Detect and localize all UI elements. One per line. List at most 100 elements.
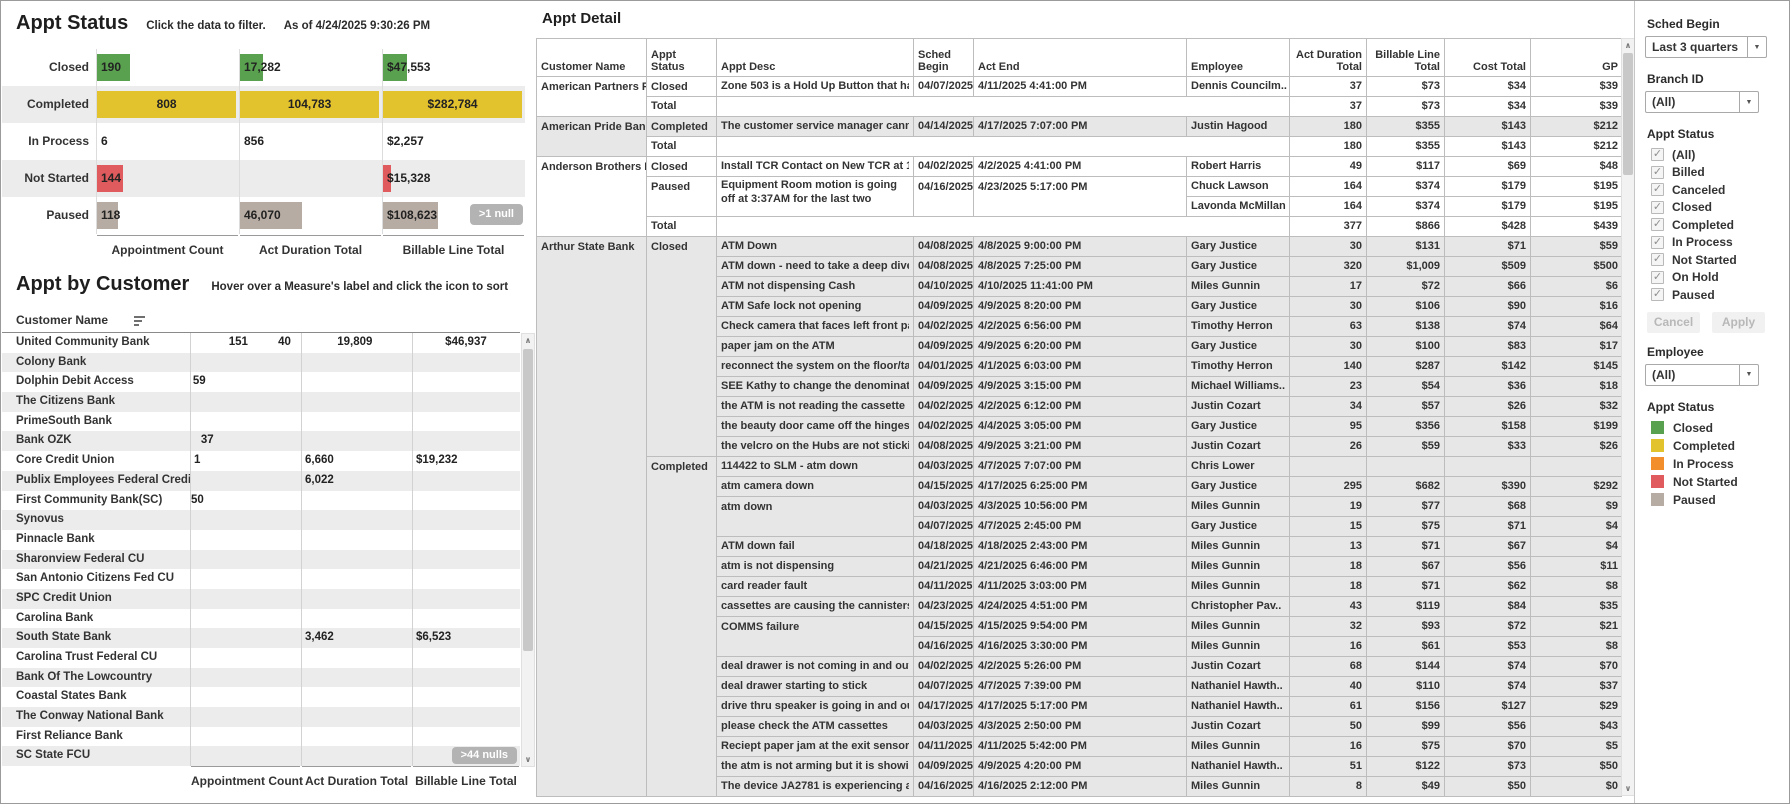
checkbox-row-paused[interactable]: ✓Paused — [1651, 286, 1786, 304]
checkbox-row--all-[interactable]: ✓(All) — [1651, 146, 1786, 164]
cell-cost[interactable]: $143 — [1445, 137, 1531, 157]
customer-bar-cell[interactable]: 6,022 — [301, 471, 412, 491]
cell-billable[interactable]: $119 — [1367, 597, 1445, 617]
cell-act-end[interactable]: 4/24/2025 4:51:00 PM — [974, 597, 1187, 617]
cell-desc[interactable]: the velcro on the Hubs are not sticking … — [717, 437, 914, 457]
null-indicator-badge[interactable]: >44 nulls — [452, 747, 517, 764]
customer-bar-cell[interactable]: $19,232 — [412, 451, 520, 471]
cell-gp[interactable]: $16 — [1531, 297, 1623, 317]
cell-sched-begin[interactable]: 04/16/2025 — [914, 177, 974, 217]
cell-sched-begin[interactable]: 04/14/2025 — [914, 117, 974, 137]
customer-bar-cell[interactable] — [301, 668, 412, 688]
scroll-down-icon[interactable]: ∨ — [522, 755, 534, 764]
cell-gp[interactable]: $9 — [1531, 497, 1623, 517]
scrollbar-thumb[interactable] — [523, 349, 533, 651]
checkbox-row-not-started[interactable]: ✓Not Started — [1651, 251, 1786, 269]
checkbox-checked-icon[interactable]: ✓ — [1651, 253, 1664, 266]
cell-cost[interactable]: $66 — [1445, 277, 1531, 297]
status-bar-cell[interactable]: 808 — [96, 86, 239, 123]
column-header-employee[interactable]: Employee — [1187, 39, 1290, 77]
cell-act-end[interactable]: 4/8/2025 7:25:00 PM — [974, 257, 1187, 277]
cell-act-duration[interactable]: 30 — [1290, 337, 1367, 357]
cell-act-end[interactable]: 4/1/2025 6:03:00 PM — [974, 357, 1187, 377]
cell-billable[interactable]: $1,009 — [1367, 257, 1445, 277]
cell-act-duration[interactable]: 34 — [1290, 397, 1367, 417]
cell-cost[interactable]: $72 — [1445, 617, 1531, 637]
status-bar-cell[interactable]: $282,784 — [382, 86, 525, 123]
cell-employee[interactable]: Gary Justice — [1187, 297, 1290, 317]
customer-bar-cell[interactable] — [301, 727, 412, 747]
cell-sched-begin[interactable]: 04/01/2025 — [914, 357, 974, 377]
customer-row[interactable]: Bank OZK37 — [2, 431, 520, 451]
cell-act-duration[interactable]: 180 — [1290, 117, 1367, 137]
cell-sched-begin[interactable]: 04/15/2025 — [914, 477, 974, 497]
customer-bar-cell[interactable] — [301, 530, 412, 550]
cell-billable[interactable]: $72 — [1367, 277, 1445, 297]
customer-row[interactable]: South State Bank3,462$6,523 — [2, 628, 520, 648]
cell-customer[interactable]: Arthur State Bank — [537, 237, 647, 797]
checkbox-row-canceled[interactable]: ✓Canceled — [1651, 181, 1786, 199]
checkbox-row-completed[interactable]: ✓Completed — [1651, 216, 1786, 234]
cell-billable[interactable]: $54 — [1367, 377, 1445, 397]
cell-sched-begin[interactable]: 04/02/2025 — [914, 317, 974, 337]
cell-sched-begin[interactable]: 04/09/2025 — [914, 297, 974, 317]
cell-sched-begin[interactable]: 04/17/2025 — [914, 697, 974, 717]
cell-gp[interactable]: $11 — [1531, 557, 1623, 577]
cell-cost[interactable] — [1445, 457, 1531, 477]
cell-act-end[interactable]: 4/16/2025 3:30:00 PM — [974, 637, 1187, 657]
cell-billable[interactable]: $77 — [1367, 497, 1445, 517]
cell-employee[interactable]: Christopher Pav.. — [1187, 597, 1290, 617]
cell-desc[interactable]: cassettes are causing the cannisters to … — [717, 597, 914, 617]
table-row[interactable]: American Partners FCUClosedZone 503 is a… — [537, 77, 1623, 97]
cell-cost[interactable]: $56 — [1445, 557, 1531, 577]
column-header-act-end[interactable]: Act End — [974, 39, 1187, 77]
cell-act-end[interactable]: 4/16/2025 2:12:00 PM — [974, 777, 1187, 797]
cell-billable[interactable]: $75 — [1367, 737, 1445, 757]
customer-row[interactable]: Bank Of The Lowcountry — [2, 668, 520, 688]
cell-act-duration[interactable]: 295 — [1290, 477, 1367, 497]
checkbox-checked-icon[interactable]: ✓ — [1651, 183, 1664, 196]
customer-row[interactable]: PrimeSouth Bank — [2, 412, 520, 432]
cell-employee[interactable]: Timothy Herron — [1187, 357, 1290, 377]
cell-gp[interactable]: $48 — [1531, 157, 1623, 177]
cell-sched-begin[interactable]: 04/16/2025 — [914, 777, 974, 797]
cell-gp[interactable]: $43 — [1531, 717, 1623, 737]
legend-item-closed[interactable]: Closed — [1651, 419, 1786, 437]
cell-employee[interactable]: Miles Gunnin — [1187, 577, 1290, 597]
cell-employee[interactable]: Nathaniel Hawth.. — [1187, 697, 1290, 717]
cell-gp[interactable]: $195 — [1531, 177, 1623, 197]
cell-act-end[interactable]: 4/9/2025 6:20:00 PM — [974, 337, 1187, 357]
cell-billable[interactable]: $131 — [1367, 237, 1445, 257]
customer-bar-cell[interactable] — [190, 707, 301, 727]
cell-desc[interactable]: the beauty door came off the hinges — [717, 417, 914, 437]
cell-billable[interactable]: $73 — [1367, 77, 1445, 97]
customer-row[interactable]: Synovus — [2, 510, 520, 530]
total-row[interactable]: Total377$866$428$439 — [537, 217, 1623, 237]
cell-employee[interactable]: Gary Justice — [1187, 237, 1290, 257]
cell-sched-begin[interactable]: 04/02/2025 — [914, 157, 974, 177]
cell-cost[interactable]: $67 — [1445, 537, 1531, 557]
customer-row[interactable]: Carolina Trust Federal CU — [2, 648, 520, 668]
status-bar-cell[interactable]: $15,328 — [382, 160, 525, 197]
cell-cost[interactable]: $36 — [1445, 377, 1531, 397]
cell-billable[interactable]: $138 — [1367, 317, 1445, 337]
cell-sched-begin[interactable]: 04/03/2025 — [914, 717, 974, 737]
sched-begin-dropdown[interactable]: Last 3 quarters ▼ — [1645, 36, 1767, 58]
customer-bar-cell[interactable] — [412, 412, 520, 432]
cell-act-end[interactable]: 4/18/2025 2:43:00 PM — [974, 537, 1187, 557]
cell-desc[interactable]: drive thru speaker is going in and out — [717, 697, 914, 717]
cell-employee[interactable]: Dennis Councilm.. — [1187, 77, 1290, 97]
cell-act-duration[interactable]: 61 — [1290, 697, 1367, 717]
cell-desc[interactable]: atm camera down — [717, 477, 914, 497]
cell-cost[interactable]: $34 — [1445, 97, 1531, 117]
column-header-appt-status[interactable]: Appt Status — [647, 39, 717, 77]
customer-list-scrollbar[interactable]: ∧ ∨ — [521, 333, 535, 767]
customer-row[interactable]: Core Credit Union16,660$19,232 — [2, 451, 520, 471]
cell-billable[interactable]: $156 — [1367, 697, 1445, 717]
cell-cost[interactable]: $428 — [1445, 217, 1531, 237]
customer-bar-cell[interactable] — [190, 628, 301, 648]
scroll-up-icon[interactable]: ∧ — [1622, 41, 1634, 50]
cell-billable[interactable]: $93 — [1367, 617, 1445, 637]
cell-act-end[interactable]: 4/7/2025 7:07:00 PM — [974, 457, 1187, 477]
cell-employee[interactable]: Miles Gunnin — [1187, 737, 1290, 757]
